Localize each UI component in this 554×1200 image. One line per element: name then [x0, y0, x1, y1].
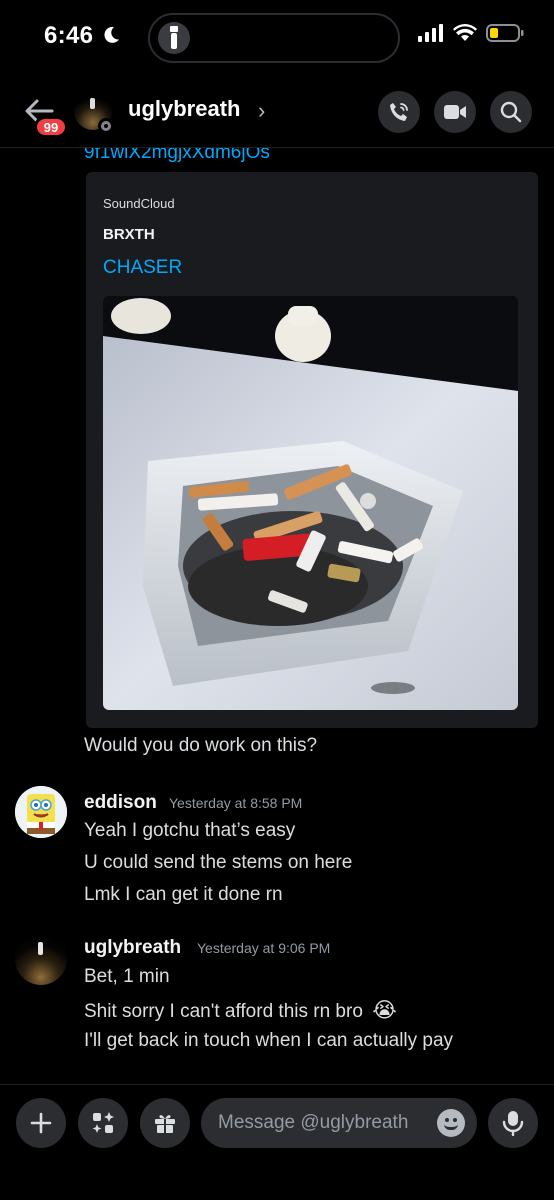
signal-icon	[418, 24, 443, 42]
message-text: Yeah I gotchu that’s easy	[84, 820, 296, 841]
plus-icon	[30, 1112, 52, 1134]
unread-badge: 99	[34, 116, 68, 138]
crying-emoji: 😭	[372, 999, 397, 1022]
search-icon	[500, 101, 522, 123]
message-text: Bet, 1 min	[84, 966, 170, 987]
phone-icon	[390, 103, 408, 121]
message-text: Shit sorry I can't afford this rn bro 😭	[84, 998, 397, 1023]
offline-status-indicator	[98, 118, 114, 134]
message-author[interactable]: uglybreath	[84, 937, 181, 959]
video-camera-icon	[444, 105, 466, 119]
dm-header: 99 uglybreath ›	[0, 76, 554, 148]
wifi-icon	[453, 24, 477, 41]
apps-icon	[92, 1112, 114, 1133]
embed-provider[interactable]: SoundCloud	[103, 196, 175, 211]
emoji-icon[interactable]	[437, 1109, 465, 1137]
message-composer	[0, 1084, 554, 1200]
battery-icon	[486, 24, 524, 42]
message-text: I'll get back in touch when I can actual…	[84, 1030, 454, 1051]
message-link[interactable]: 9f1wiX2mgjxXdm6jOs	[84, 148, 270, 164]
status-time: 6:46	[44, 22, 94, 49]
message-timestamp: Yesterday at 9:06 PM	[197, 940, 331, 956]
soundcloud-embed: SoundCloud BRXTH CHASER	[86, 172, 538, 728]
avatar[interactable]	[15, 786, 67, 838]
voice-call-button[interactable]	[378, 91, 420, 133]
chevron-right-icon[interactable]: ›	[258, 98, 265, 124]
message-author[interactable]: eddison	[84, 792, 157, 814]
dynamic-island	[148, 13, 400, 63]
flashlight-icon	[158, 22, 190, 54]
gift-button[interactable]	[140, 1098, 190, 1148]
message-timestamp: Yesterday at 8:58 PM	[169, 795, 303, 811]
gift-icon	[155, 1115, 175, 1133]
message-list[interactable]: 9f1wiX2mgjxXdm6jOs SoundCloud BRXTH CHAS…	[0, 148, 554, 1083]
voice-message-button[interactable]	[488, 1098, 538, 1148]
status-indicators	[418, 24, 524, 42]
apps-button[interactable]	[78, 1098, 128, 1148]
attach-button[interactable]	[16, 1098, 66, 1148]
embed-author[interactable]: BRXTH	[103, 226, 155, 243]
moon-icon	[104, 26, 119, 43]
embed-title-link[interactable]: CHASER	[103, 257, 182, 279]
video-call-button[interactable]	[434, 91, 476, 133]
message-input[interactable]	[201, 1098, 477, 1148]
microphone-icon	[502, 1111, 524, 1136]
message-text: Would you do work on this?	[84, 735, 318, 756]
avatar[interactable]	[15, 933, 67, 985]
dm-username[interactable]: uglybreath	[128, 96, 240, 122]
message-text-content: Shit sorry I can't afford this rn bro	[84, 1001, 363, 1022]
message-text: U could send the stems on here	[84, 852, 353, 873]
embed-thumbnail-image[interactable]	[103, 296, 518, 710]
search-button[interactable]	[490, 91, 532, 133]
status-bar: 6:46	[0, 0, 554, 76]
message-text: Lmk I can get it done rn	[84, 884, 283, 905]
